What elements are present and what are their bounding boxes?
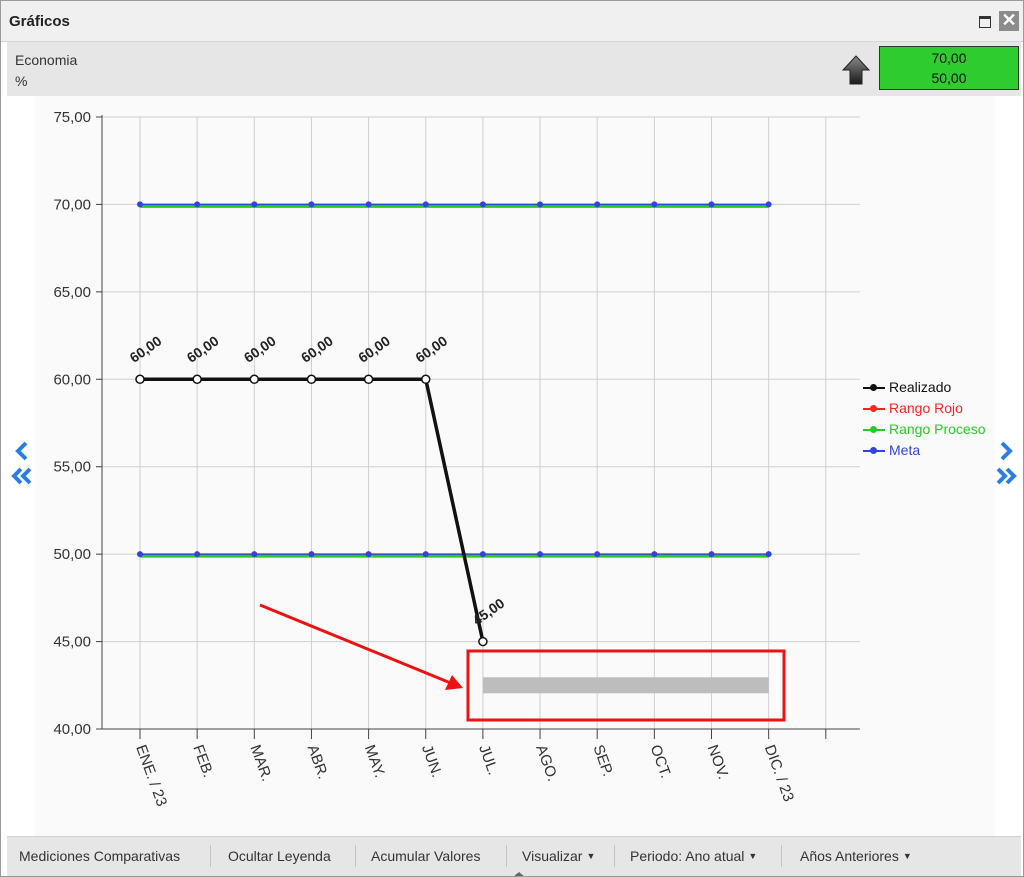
realizado-point (306, 374, 317, 385)
data-point (137, 201, 143, 208)
data-label: 60,00 (241, 332, 279, 365)
data-point (422, 201, 429, 208)
y-tick-label: 40,00 (53, 721, 91, 738)
data-point (651, 201, 658, 208)
data-point (537, 201, 544, 208)
periodo-label: Periodo: Ano atual (630, 848, 745, 864)
data-point (251, 201, 258, 208)
y-tick-label: 75,00 (53, 109, 91, 126)
data-point (708, 201, 715, 208)
y-tick-label: 65,00 (53, 284, 91, 301)
x-tick-label: JUN. (418, 743, 445, 780)
data-point (594, 551, 601, 558)
data-point (651, 551, 658, 558)
legend-item-realizado[interactable]: Realizado (861, 377, 986, 398)
gray-bar (482, 677, 769, 694)
y-tick-label: 60,00 (53, 371, 91, 388)
x-tick-label: FEB. (189, 743, 216, 780)
visualizar-dropdown[interactable]: Visualizar ▼ (522, 848, 595, 864)
legend-item-rango-rojo[interactable]: Rango Rojo (861, 398, 986, 419)
data-point (194, 201, 201, 208)
data-point (308, 551, 315, 558)
x-tick-label: AGO. (532, 743, 561, 784)
data-label: 60,00 (412, 332, 450, 365)
realizado-point (363, 374, 374, 385)
data-point (308, 201, 315, 208)
data-point (479, 201, 486, 208)
data-point (594, 201, 601, 208)
toolbar-divider (781, 845, 782, 867)
ocultar-leyenda-button[interactable]: Ocultar Leyenda (228, 848, 331, 864)
visualizar-label: Visualizar (522, 848, 583, 864)
data-point (422, 551, 429, 558)
anos-anteriores-dropdown[interactable]: Años Anteriores ▼ (800, 848, 912, 864)
data-point (251, 551, 258, 558)
data-label: 60,00 (184, 332, 222, 365)
data-label: 60,00 (355, 332, 393, 365)
legend-item-meta[interactable]: Meta (861, 440, 986, 461)
x-tick-label: SEP. (589, 743, 616, 779)
x-tick-label: ENE. / 23 (132, 743, 170, 809)
y-tick-label: 50,00 (53, 546, 91, 563)
toolbar-divider (355, 845, 356, 867)
data-point (765, 551, 772, 558)
x-tick-label: ABR. (304, 743, 332, 782)
legend-label: Rango Rojo (889, 400, 963, 416)
data-point (765, 201, 772, 208)
bottom-toolbar: Mediciones Comparativas Ocultar Leyenda … (7, 836, 1021, 876)
caret-down-icon: ▼ (586, 851, 596, 861)
periodo-dropdown[interactable]: Periodo: Ano atual ▼ (630, 848, 757, 864)
y-tick-label: 70,00 (53, 196, 91, 213)
data-point (365, 201, 372, 208)
data-point (365, 551, 372, 558)
legend-label: Meta (889, 442, 921, 458)
legend-label: Realizado (889, 379, 952, 395)
caret-down-icon: ▼ (902, 851, 912, 861)
resize-grip-icon[interactable] (513, 872, 525, 876)
data-label: 60,00 (127, 332, 165, 365)
data-point (708, 551, 715, 558)
x-tick-label: NOV. (704, 743, 732, 782)
legend-item-rango-proceso[interactable]: Rango Proceso (861, 419, 986, 440)
legend-label: Rango Proceso (889, 421, 986, 437)
anos-label: Años Anteriores (800, 848, 899, 864)
toolbar-divider (210, 845, 211, 867)
y-tick-label: 45,00 (53, 634, 91, 651)
data-point (137, 551, 143, 558)
realizado-point (192, 374, 202, 385)
data-point (479, 551, 486, 558)
acumular-valores-button[interactable]: Acumular Valores (371, 848, 480, 864)
x-tick-label: JUL. (475, 743, 502, 778)
x-tick-label: MAY. (361, 743, 388, 780)
graficos-window: Gráficos ✕ Economia % 70,00 50,00 40,00 … (0, 0, 1024, 877)
caret-down-icon: ▼ (748, 851, 758, 861)
toolbar-divider (506, 845, 507, 867)
x-tick-label: OCT. (647, 743, 675, 781)
x-tick-label: DIC. / 23 (761, 743, 797, 804)
chart-legend: Realizado Rango Rojo Rango Proceso Meta (861, 377, 986, 461)
toolbar-divider (614, 845, 615, 867)
y-tick-label: 55,00 (53, 459, 91, 476)
x-tick-label: MAR. (247, 743, 276, 784)
realizado-point (249, 374, 260, 385)
realizado-point (421, 374, 431, 385)
data-label: 60,00 (298, 332, 336, 365)
data-point (537, 551, 544, 558)
realizado-point (478, 636, 488, 647)
mediciones-comparativas-button[interactable]: Mediciones Comparativas (19, 848, 180, 864)
annotation-arrow (259, 603, 454, 686)
data-point (194, 551, 201, 558)
realizado-point (135, 374, 145, 385)
